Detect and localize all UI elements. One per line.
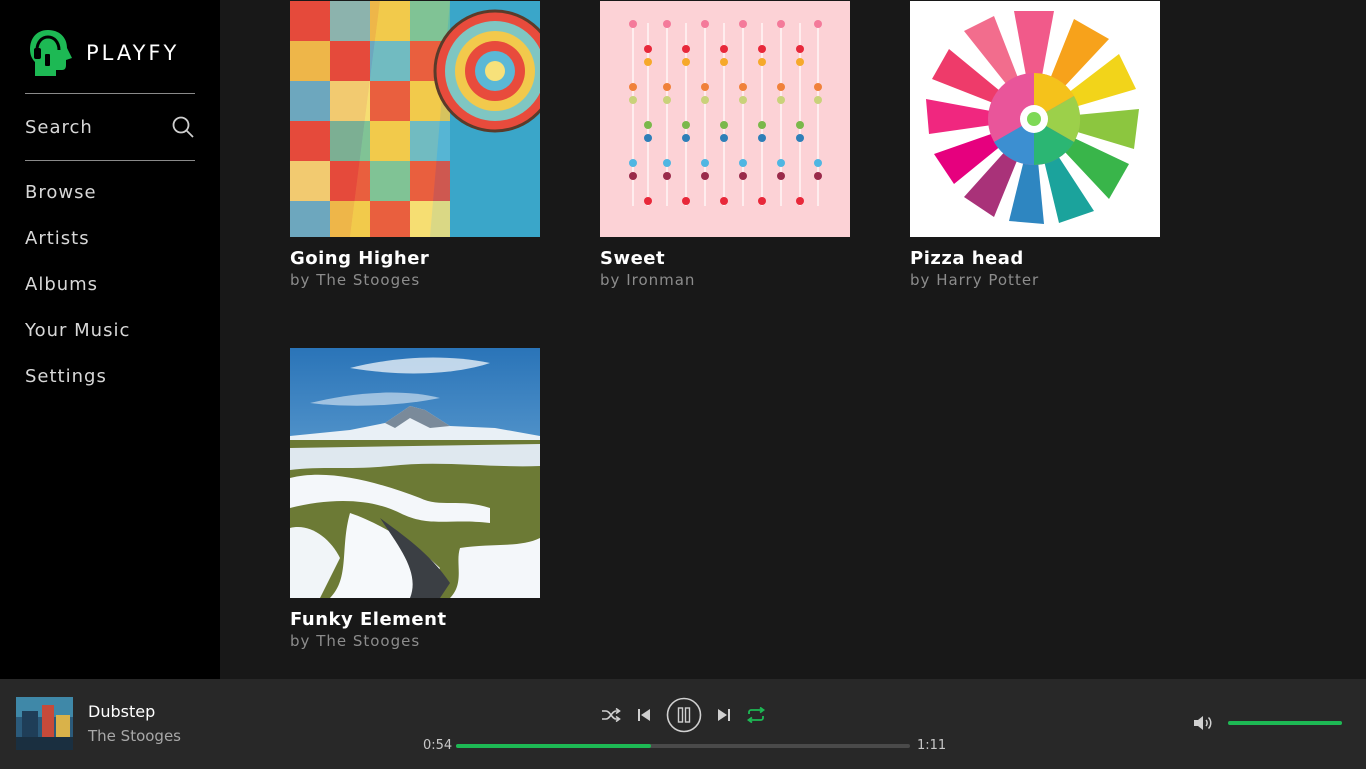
sidebar-nav: Browse Artists Albums Your Music Setting… [25, 178, 130, 408]
volume-slider[interactable] [1228, 721, 1342, 725]
album-artist-row: by The Stooges [290, 632, 540, 650]
now-playing-artist[interactable]: The Stooges [88, 727, 181, 745]
sidebar-item-settings[interactable]: Settings [25, 362, 130, 408]
logo[interactable]: PLAYFY [28, 28, 179, 78]
album-card[interactable]: Going Higher by The Stooges [290, 1, 540, 289]
pause-icon[interactable] [666, 697, 702, 733]
sidebar-item-artists[interactable]: Artists [25, 224, 130, 270]
search-label: Search [25, 116, 93, 138]
playback-controls [598, 697, 768, 733]
album-title[interactable]: Funky Element [290, 609, 540, 630]
album-by-label: by [290, 271, 311, 289]
sidebar-item-your-music[interactable]: Your Music [25, 316, 130, 362]
now-playing-title[interactable]: Dubstep [88, 702, 155, 721]
album-by-label: by [910, 271, 931, 289]
album-artist[interactable]: The Stooges [316, 632, 420, 650]
album-title[interactable]: Pizza head [910, 248, 1160, 269]
volume-icon[interactable] [1193, 714, 1215, 732]
album-card[interactable]: Pizza head by Harry Potter [910, 1, 1160, 289]
album-artist-row: by The Stooges [290, 271, 540, 289]
total-time: 1:11 [917, 738, 947, 753]
album-title[interactable]: Sweet [600, 248, 850, 269]
album-grid: Going Higher by The Stooges Sweet by Iro… [220, 0, 1366, 679]
album-cover-rainbow-flower[interactable] [910, 1, 1160, 237]
divider [25, 93, 195, 94]
search-input[interactable]: Search [25, 112, 195, 142]
album-by-label: by [600, 271, 621, 289]
search-icon[interactable] [171, 115, 195, 139]
now-playing-cover[interactable] [16, 697, 73, 750]
player-bar: Dubstep The Stooges 0:54 1:11 [0, 679, 1366, 769]
album-cover-snowy-mountain[interactable] [290, 348, 540, 598]
album-card[interactable]: Funky Element by The Stooges [290, 348, 540, 650]
sidebar-item-albums[interactable]: Albums [25, 270, 130, 316]
album-cover-lollipops[interactable] [600, 1, 850, 237]
app-name: PLAYFY [86, 41, 180, 65]
album-artist[interactable]: The Stooges [316, 271, 420, 289]
repeat-icon[interactable] [746, 707, 766, 723]
progress-bar[interactable] [456, 744, 910, 748]
album-artist[interactable]: Ironman [626, 271, 695, 289]
next-icon[interactable] [717, 708, 731, 722]
sidebar: PLAYFY Search Browse Artists Albums Your… [0, 0, 220, 679]
album-artist-row: by Harry Potter [910, 271, 1160, 289]
album-by-label: by [290, 632, 311, 650]
album-cover-hot-air-balloon[interactable] [290, 1, 540, 237]
elapsed-time: 0:54 [423, 738, 453, 753]
previous-icon[interactable] [637, 708, 651, 722]
volume-fill [1228, 721, 1342, 725]
album-title[interactable]: Going Higher [290, 248, 540, 269]
divider [25, 160, 195, 161]
album-artist-row: by Ironman [600, 271, 850, 289]
headphone-head-logo-icon [30, 30, 72, 76]
album-artist[interactable]: Harry Potter [936, 271, 1039, 289]
shuffle-icon[interactable] [601, 708, 621, 722]
album-card[interactable]: Sweet by Ironman [600, 1, 850, 289]
sidebar-item-browse[interactable]: Browse [25, 178, 130, 224]
progress-fill [456, 744, 652, 748]
